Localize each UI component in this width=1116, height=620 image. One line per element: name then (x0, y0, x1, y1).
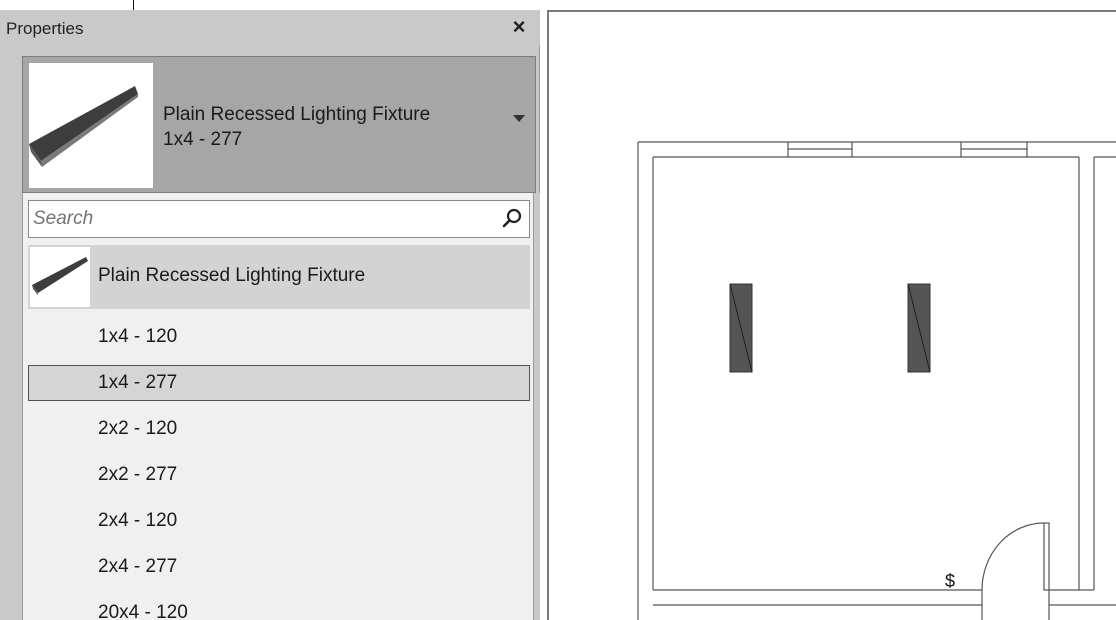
close-icon[interactable]: × (505, 13, 533, 41)
type-item-label: 2x4 - 120 (98, 510, 178, 531)
floor-plan: $ (637, 141, 1116, 620)
properties-palette: Properties × Plain Recessed Lighting Fix… (0, 10, 540, 620)
type-item-label: 1x4 - 120 (98, 326, 178, 347)
type-item-label: 2x4 - 277 (98, 556, 178, 577)
search-box[interactable] (28, 200, 530, 238)
type-item-label: 20x4 - 120 (98, 602, 188, 620)
palette-edge (534, 193, 540, 620)
type-item-label: 2x2 - 277 (98, 464, 178, 485)
switch-symbol: $ (945, 571, 955, 591)
door-leaf (1043, 522, 1050, 591)
search-icon[interactable] (501, 208, 523, 230)
type-item[interactable]: 20x4 - 120 (28, 595, 530, 620)
type-dropdown-list: Plain Recessed Lighting Fixture 1x4 - 12… (22, 193, 534, 620)
type-selector[interactable]: Plain Recessed Lighting Fixture 1x4 - 27… (22, 56, 536, 193)
lighting-fixture-icon (29, 63, 153, 188)
door-swing (981, 522, 1045, 591)
drawing-canvas[interactable]: $ (547, 10, 1116, 620)
type-item[interactable]: 1x4 - 120 (28, 319, 530, 355)
type-item-label: 2x2 - 120 (98, 418, 178, 439)
chevron-down-icon[interactable] (513, 115, 525, 122)
text-cursor-marker (133, 0, 134, 10)
type-item[interactable]: 2x4 - 120 (28, 503, 530, 539)
type-item[interactable]: 2x2 - 277 (28, 457, 530, 493)
type-selector-family: Plain Recessed Lighting Fixture (163, 104, 431, 125)
type-item-label: 1x4 - 277 (98, 372, 178, 393)
lighting-fixture[interactable] (729, 283, 753, 373)
family-row[interactable]: Plain Recessed Lighting Fixture (28, 245, 530, 309)
type-selector-name: Plain Recessed Lighting Fixture 1x4 - 27… (163, 102, 430, 152)
family-label: Plain Recessed Lighting Fixture (98, 265, 366, 286)
type-item[interactable]: 2x4 - 277 (28, 549, 530, 585)
type-item[interactable]: 2x2 - 120 (28, 411, 530, 447)
palette-title: Properties (6, 19, 84, 38)
lighting-fixture[interactable] (907, 283, 931, 373)
palette-header: Properties × (0, 10, 540, 46)
type-item-selected[interactable]: 1x4 - 277 (28, 365, 530, 401)
type-selector-type: 1x4 - 277 (163, 129, 243, 150)
search-input[interactable] (33, 204, 493, 234)
lighting-fixture-icon (30, 247, 90, 307)
